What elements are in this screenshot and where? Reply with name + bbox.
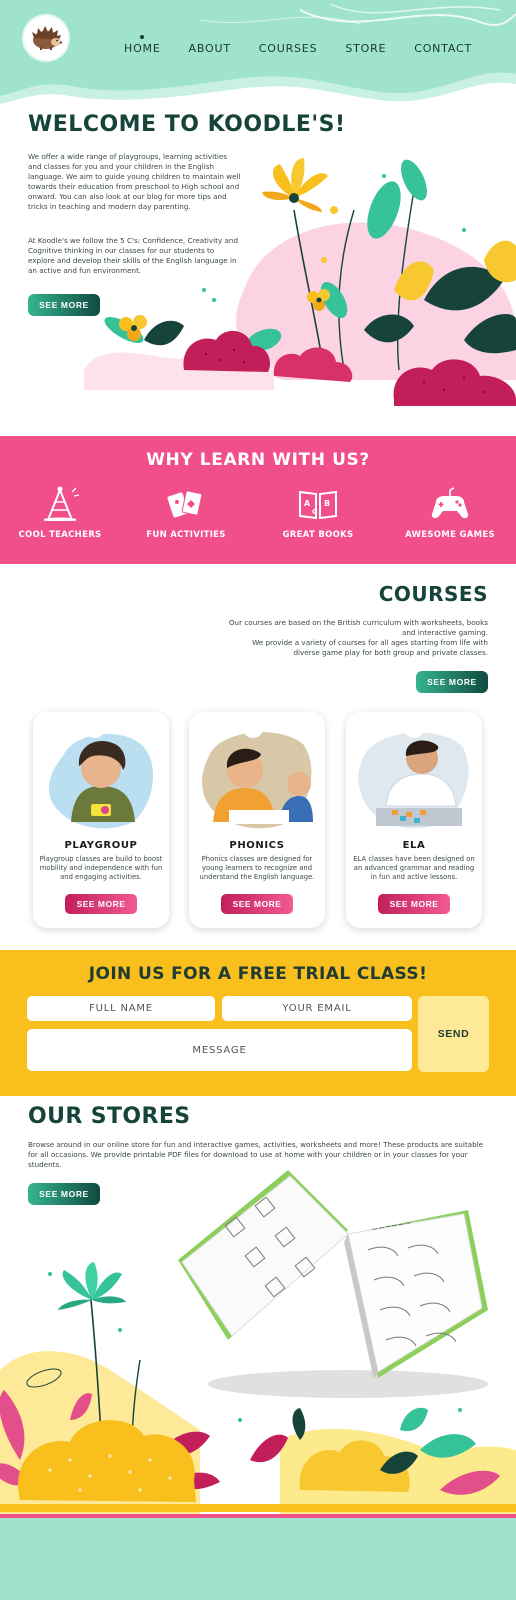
feature-label: AWESOME GAMES [405,530,495,540]
nav-store[interactable]: STORE [339,42,392,58]
course-title: ELA [402,840,426,851]
why-learn-title: WHY LEARN WITH US? [146,450,370,470]
feature-awesome-games: AWESOME GAMES [390,484,510,540]
course-card-ela: ELA ELA classes have been designed on an… [346,712,482,928]
hedgehog-icon [32,26,62,50]
email-input[interactable] [222,996,412,1021]
ela-photo [358,726,469,829]
feature-cool-teachers: COOL TEACHERS [0,484,120,540]
phonics-see-more-button[interactable]: SEE MORE [221,894,293,914]
course-description: ELA classes have been designed on an adv… [353,855,475,881]
courses-see-more-button[interactable]: SEE MORE [416,671,488,693]
ela-see-more-button[interactable]: SEE MORE [378,894,450,914]
course-title: PHONICS [229,840,285,851]
full-name-input[interactable] [27,996,215,1021]
party-hat-icon [43,486,80,521]
send-button[interactable]: SEND [418,996,489,1072]
playing-cards-icon [167,490,203,518]
nav-courses[interactable]: COURSES [253,42,324,58]
welcome-title: WELCOME TO KOODLE'S! [28,112,346,137]
course-description: Phonics classes are designed for young l… [199,855,315,881]
nav-contact[interactable]: CONTACT [408,42,478,58]
trial-title: JOIN US FOR A FREE TRIAL CLASS! [88,964,428,984]
hero-floral-illustration [84,158,516,406]
courses-description: Our courses are based on the British cur… [228,618,488,657]
header: HOME ABOUT COURSES STORE CONTACT [0,0,516,110]
free-trial-section: JOIN US FOR A FREE TRIAL CLASS! SEND [0,950,516,1096]
feature-label: GREAT BOOKS [282,530,354,540]
stores-title: OUR STORES [28,1104,191,1129]
why-learn-section: WHY LEARN WITH US? COOL TEACHERS FUN ACT… [0,436,516,564]
feature-label: FUN ACTIVITIES [146,530,226,540]
course-title: PLAYGROUP [64,840,138,851]
stores-see-more-button[interactable]: SEE MORE [28,1183,100,1205]
nav-about[interactable]: ABOUT [183,42,237,58]
feature-great-books: A B C GREAT BOOKS [258,484,378,540]
message-input[interactable] [27,1029,412,1071]
logo[interactable] [24,16,68,60]
playgroup-photo [48,726,154,829]
game-controller-icon [431,487,469,519]
feature-fun-activities: FUN ACTIVITIES [126,484,246,540]
course-card-playgroup: PLAYGROUP Playgroup classes are build to… [33,712,169,928]
phonics-photo [202,726,313,829]
course-description: Playgroup classes are build to boost mob… [39,855,163,881]
nav-home[interactable]: HOME [118,35,167,58]
svg-text:B: B [324,499,330,508]
main-nav: HOME ABOUT COURSES STORE CONTACT [118,35,478,58]
footer-floral-illustration [0,1262,516,1600]
courses-title: COURSES [378,582,488,606]
stores-description: Browse around in our online store for fu… [28,1140,484,1169]
svg-text:C: C [312,508,317,516]
playgroup-see-more-button[interactable]: SEE MORE [65,894,137,914]
course-card-phonics: PHONICS Phonics classes are designed for… [189,712,325,928]
svg-text:A: A [304,499,311,508]
open-book-icon: A B C [299,490,337,520]
feature-label: COOL TEACHERS [18,530,102,540]
